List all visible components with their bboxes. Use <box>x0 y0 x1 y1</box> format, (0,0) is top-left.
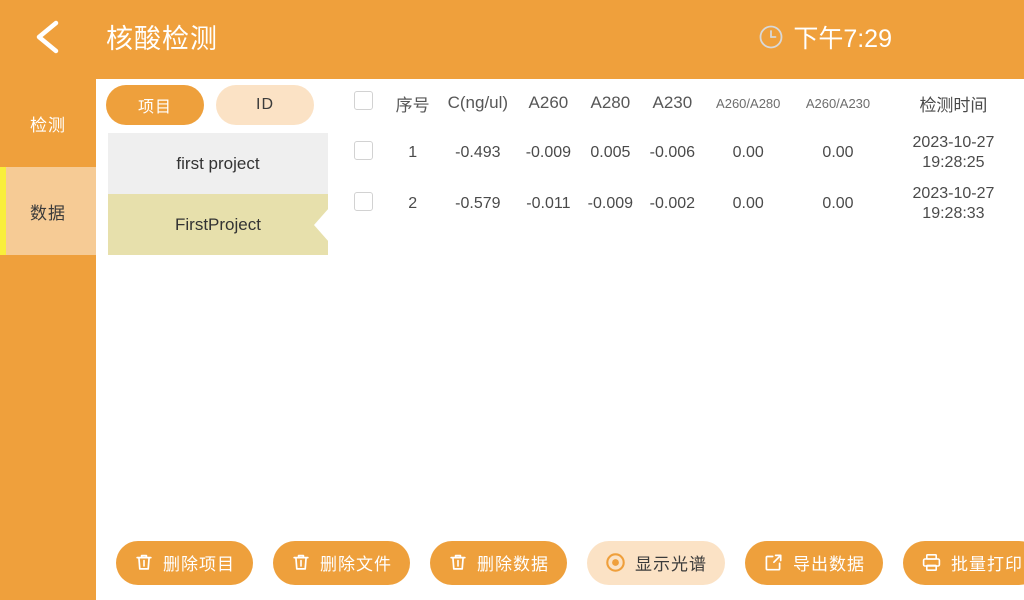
column-header-ratio-260-280[interactable]: A260/A280 <box>703 79 793 127</box>
delete-project-button[interactable]: 删除项目 <box>116 541 253 585</box>
show-spectrum-button[interactable]: 显示光谱 <box>587 541 725 585</box>
trash-icon <box>448 552 468 573</box>
sidebar-item-detection[interactable]: 检测 <box>0 79 96 167</box>
cell-index: 1 <box>387 127 438 178</box>
cell-a260: -0.009 <box>517 127 579 178</box>
column-header-a280[interactable]: A280 <box>579 79 641 127</box>
project-panel: 项目 ID first project FirstProject <box>96 79 340 600</box>
page-title: 核酸检测 <box>106 26 218 53</box>
column-header-ratio-260-230[interactable]: A260/A230 <box>793 79 883 127</box>
button-label: 删除项目 <box>163 550 235 575</box>
select-all-checkbox[interactable] <box>354 91 373 110</box>
button-label: 批量打印 <box>951 550 1023 575</box>
row-checkbox-cell[interactable] <box>340 127 387 178</box>
clock-icon <box>758 24 784 55</box>
list-item[interactable]: first project <box>108 133 328 194</box>
action-button-bar: 删除项目 删除文件 删除数据 <box>96 525 1024 600</box>
table-header-row: 序号 C(ng/ul) A260 A280 A230 A260/A280 A26… <box>340 79 1024 127</box>
project-id-tabs: 项目 ID <box>106 85 314 125</box>
row-checkbox[interactable] <box>354 192 373 211</box>
cell-time-clock: 19:28:33 <box>883 204 1024 224</box>
app-header: 核酸检测 下午7:29 <box>0 0 1024 79</box>
tab-label: 项目 <box>138 93 172 117</box>
button-label: 删除数据 <box>477 550 549 575</box>
cell-time-date: 2023-10-27 <box>883 133 1024 153</box>
clock-display: 下午7:29 <box>758 24 892 55</box>
export-data-button[interactable]: 导出数据 <box>745 541 883 585</box>
cell-a280: -0.009 <box>579 178 641 229</box>
cell-time: 2023-10-27 19:28:25 <box>883 127 1024 178</box>
button-label: 显示光谱 <box>635 550 707 575</box>
cell-concentration: -0.493 <box>438 127 517 178</box>
sidebar-item-data[interactable]: 数据 <box>0 167 96 255</box>
cell-ratio-260-230: 0.00 <box>793 127 883 178</box>
column-header-concentration[interactable]: C(ng/ul) <box>438 79 517 127</box>
chevron-left-icon <box>30 17 66 62</box>
delete-data-button[interactable]: 删除数据 <box>430 541 567 585</box>
delete-file-button[interactable]: 删除文件 <box>273 541 410 585</box>
select-all-cell[interactable] <box>340 79 387 127</box>
batch-print-button[interactable]: 批量打印 <box>903 541 1024 585</box>
cell-ratio-260-280: 0.00 <box>703 127 793 178</box>
cell-a230: -0.002 <box>641 178 703 229</box>
cell-ratio-260-230: 0.00 <box>793 178 883 229</box>
button-label: 删除文件 <box>320 550 392 575</box>
printer-icon <box>921 552 942 573</box>
cell-a260: -0.011 <box>517 178 579 229</box>
table-row[interactable]: 1 -0.493 -0.009 0.005 -0.006 0.00 0.00 2… <box>340 127 1024 178</box>
sidebar-item-label: 数据 <box>30 199 66 224</box>
table-row[interactable]: 2 -0.579 -0.011 -0.009 -0.002 0.00 0.00 … <box>340 178 1024 229</box>
trash-icon <box>291 552 311 573</box>
tab-id[interactable]: ID <box>216 85 314 125</box>
clock-time: 下午7:29 <box>793 27 892 52</box>
cell-time-clock: 19:28:25 <box>883 153 1024 173</box>
project-name: FirstProject <box>175 215 261 235</box>
column-header-time[interactable]: 检测时间 <box>883 79 1024 127</box>
tab-label: ID <box>256 96 274 114</box>
cell-time: 2023-10-27 19:28:33 <box>883 178 1024 229</box>
results-table-area: 序号 C(ng/ul) A260 A280 A230 A260/A280 A26… <box>340 79 1024 600</box>
project-name: first project <box>176 154 259 174</box>
back-button[interactable] <box>0 0 96 79</box>
column-header-a260[interactable]: A260 <box>517 79 579 127</box>
table-body: 1 -0.493 -0.009 0.005 -0.006 0.00 0.00 2… <box>340 127 1024 229</box>
cell-index: 2 <box>387 178 438 229</box>
button-label: 导出数据 <box>793 550 865 575</box>
cell-ratio-260-280: 0.00 <box>703 178 793 229</box>
row-checkbox[interactable] <box>354 141 373 160</box>
tab-project[interactable]: 项目 <box>106 85 204 125</box>
column-header-a230[interactable]: A230 <box>641 79 703 127</box>
sidebar: 检测 数据 <box>0 79 96 600</box>
cell-time-date: 2023-10-27 <box>883 184 1024 204</box>
project-list: first project FirstProject <box>108 133 328 255</box>
sidebar-item-label: 检测 <box>30 111 66 136</box>
results-table: 序号 C(ng/ul) A260 A280 A230 A260/A280 A26… <box>340 79 1024 229</box>
trash-icon <box>134 552 154 573</box>
export-icon <box>763 552 784 573</box>
app-root: 核酸检测 下午7:29 检测 数据 项目 <box>0 0 1024 600</box>
column-header-index[interactable]: 序号 <box>387 79 438 127</box>
row-checkbox-cell[interactable] <box>340 178 387 229</box>
cell-a230: -0.006 <box>641 127 703 178</box>
cell-a280: 0.005 <box>579 127 641 178</box>
target-icon <box>605 552 626 573</box>
list-item[interactable]: FirstProject <box>108 194 328 255</box>
cell-concentration: -0.579 <box>438 178 517 229</box>
